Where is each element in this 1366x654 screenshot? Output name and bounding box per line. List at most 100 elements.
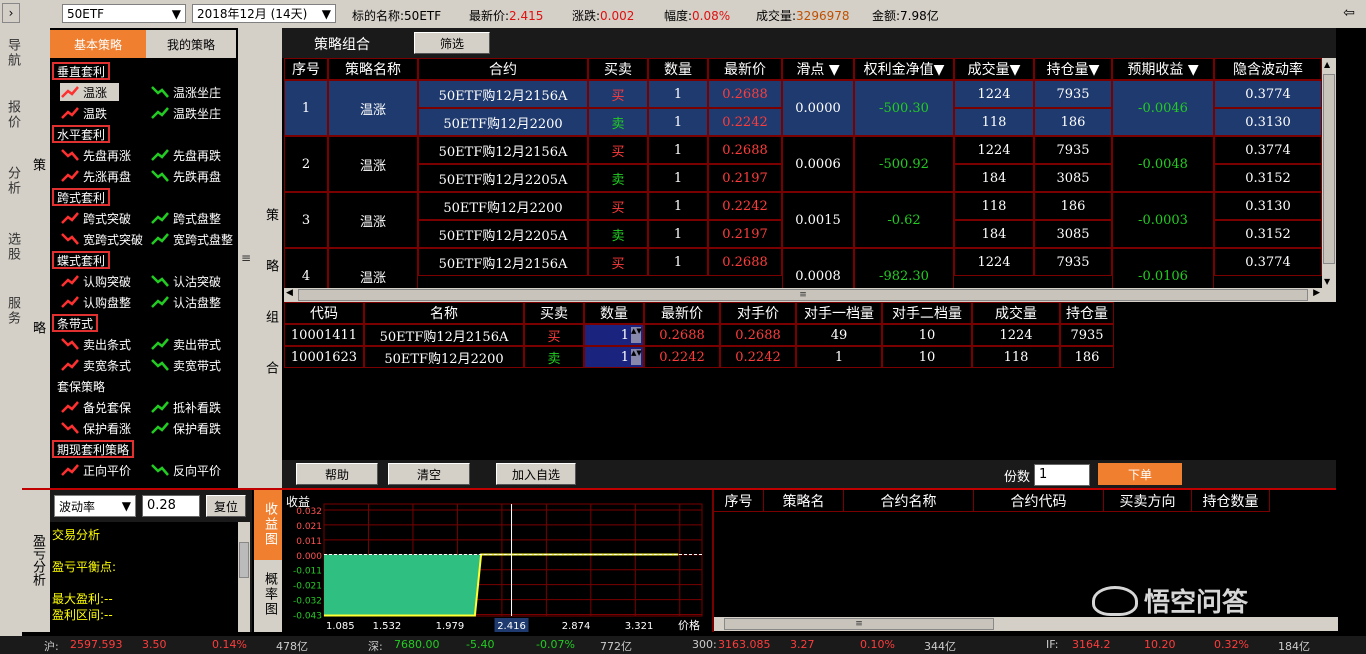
combo-cell-name: 温涨 [328, 136, 418, 192]
strategy-item[interactable]: 认沽突破 [150, 272, 221, 290]
strategy-item-label: 宽跨式盘整 [173, 232, 234, 247]
scroll-left-icon[interactable]: ◀ [286, 288, 293, 298]
positions-col-header[interactable]: 策略名 [764, 490, 844, 512]
scroll-down-icon[interactable]: ▼ [1324, 277, 1330, 286]
combo-row[interactable]: 3 温涨 0.0015 -0.62 -0.0003 50ETF购12月2200 买 1 0.22… [284, 192, 1322, 248]
nav-item-analysis[interactable]: 分析 [3, 166, 22, 196]
copies-input[interactable]: 1 [1034, 464, 1090, 486]
combo-cell-slip: 0.0000 [782, 80, 854, 136]
logo-icon [1092, 585, 1138, 616]
tab-my-strategy[interactable]: 我的策略 [146, 30, 236, 58]
combo-col-header[interactable]: 成交量▼ [954, 58, 1034, 80]
combo-col-header[interactable]: 策略名称 [328, 58, 418, 80]
combo-col-header[interactable]: 权利金净值▼ [854, 58, 954, 80]
tab-basic-strategy[interactable]: 基本策略 [50, 30, 146, 58]
strategy-item[interactable]: 抵补看跌 [150, 398, 221, 416]
scroll-thumb[interactable] [239, 542, 249, 578]
quantity-stepper[interactable]: 1 ▲▼ [584, 346, 644, 368]
nav-item-stock-pick[interactable]: 选股 [3, 232, 22, 262]
submit-order-button[interactable]: 下单 [1098, 463, 1182, 485]
combo-col-header[interactable]: 序号 [284, 58, 328, 80]
strategy-item[interactable]: 先跌再盘 [150, 167, 221, 185]
combo-cell-iv: 0.3774 [1214, 136, 1322, 164]
strategy-item[interactable]: 宽跨式盘整 [150, 230, 233, 248]
tab-strategy-combo[interactable]: 策略组合 [292, 32, 392, 56]
strategy-item-label: 正向平价 [83, 463, 132, 478]
strategy-item[interactable]: 保护看涨 [60, 419, 131, 437]
combo-row[interactable]: 1 温涨 0.0000 -500.30 -0.0046 50ETF购12月2156A 买 1 0… [284, 80, 1322, 136]
combo-row[interactable]: 2 温涨 0.0006 -500.92 -0.0048 50ETF购12月2156A 买 1 0… [284, 136, 1322, 192]
pnl-text-scrollbar[interactable] [238, 522, 250, 632]
stepper-arrows-icon[interactable]: ▲▼ [631, 349, 642, 365]
strategy-item[interactable]: 认沽盘整 [150, 293, 221, 311]
copies-label: 份数 [1004, 470, 1031, 485]
strategy-item[interactable]: 卖出条式 [60, 335, 131, 353]
strategy-item[interactable]: 宽跨式突破 [60, 230, 143, 248]
splitter[interactable]: ≡ [238, 28, 254, 488]
strategy-item[interactable]: 认购盘整 [60, 293, 131, 311]
combo-col-header[interactable]: 隐含波动率 [1214, 58, 1322, 80]
strategy-item[interactable]: 认购突破 [60, 272, 131, 290]
symbol-select[interactable]: 50ETF ▼ [62, 4, 186, 23]
collapse-toggle[interactable]: › [2, 3, 20, 23]
strategy-item[interactable]: 备兑套保 [60, 398, 131, 416]
strategy-item[interactable]: 先涨再盘 [60, 167, 131, 185]
strategy-item[interactable]: 跨式突破 [60, 209, 131, 227]
stepper-arrows-icon[interactable]: ▲▼ [631, 327, 642, 343]
scroll-up-icon[interactable]: ▲ [1324, 60, 1330, 69]
positions-col-header[interactable]: 合约名称 [844, 490, 974, 512]
strategy-item[interactable]: 正向平价 [60, 461, 131, 479]
nav-item-guide[interactable]: 导航 [3, 38, 22, 68]
strategy-item[interactable]: 跨式盘整 [150, 209, 221, 227]
nav-item-service[interactable]: 服务 [3, 296, 22, 326]
nav-item-quote[interactable]: 报价 [3, 100, 22, 130]
order-cell-l1: 49 [796, 324, 882, 346]
scroll-thumb[interactable]: ≡ [724, 618, 994, 630]
positions-col-header[interactable]: 持仓数量 [1192, 490, 1270, 512]
month-select[interactable]: 2018年12月 (14天) ▼ [192, 4, 336, 23]
strategy-item[interactable]: 反向平价 [150, 461, 221, 479]
strategy-item[interactable]: 卖出带式 [150, 335, 221, 353]
combo-col-header[interactable]: 最新价 [708, 58, 782, 80]
combo-table-vscroll[interactable]: ▲ ▼ [1322, 58, 1336, 288]
combo-cell-vol: 1224 [954, 248, 1034, 276]
add-to-favorites-button[interactable]: 加入自选 [496, 463, 576, 485]
combo-col-header[interactable]: 持仓量▼ [1034, 58, 1112, 80]
back-button[interactable]: ⇦ [1338, 3, 1360, 23]
positions-col-header[interactable]: 序号 [714, 490, 764, 512]
strategy-item[interactable]: 卖宽条式 [60, 356, 131, 374]
tab-payoff-chart[interactable]: 收益图 [254, 490, 282, 560]
strategy-item[interactable]: 温涨坐庄 [150, 83, 221, 101]
strategy-item[interactable]: 先盘再跌 [150, 146, 221, 164]
combo-col-header[interactable]: 预期收益 ▼ [1112, 58, 1214, 80]
scroll-right-icon[interactable]: ▶ [1313, 288, 1320, 298]
strategy-item[interactable]: 保护看跌 [150, 419, 221, 437]
positions-col-header[interactable]: 合约代码 [974, 490, 1104, 512]
filter-button[interactable]: 筛选 [414, 32, 490, 54]
scroll-thumb[interactable]: ≡ [298, 289, 1308, 301]
combo-col-header[interactable]: 买卖 [588, 58, 648, 80]
combo-cell-price: 0.2197 [708, 220, 782, 248]
quantity-stepper[interactable]: 1 ▲▼ [584, 324, 644, 346]
strategy-item[interactable]: 卖宽带式 [150, 356, 221, 374]
combo-col-header[interactable]: 滑点 ▼ [782, 58, 854, 80]
strategy-item[interactable]: 先盘再涨 [60, 146, 131, 164]
combo-cell-qty: 1 [648, 248, 708, 276]
tab-probability-chart[interactable]: 概率图 [254, 560, 282, 632]
positions-col-header[interactable]: 买卖方向 [1104, 490, 1192, 512]
volatility-input[interactable]: 0.28 [142, 495, 200, 517]
scroll-thumb[interactable] [1323, 74, 1335, 264]
help-button[interactable]: 帮助 [296, 463, 378, 485]
volatility-select[interactable]: 波动率 ▼ [54, 495, 136, 517]
combo-col-header[interactable]: 数量 [648, 58, 708, 80]
strategy-item[interactable]: 温涨 [60, 83, 120, 101]
combo-row[interactable]: 4 温涨 0.0008 -982.30 -0.0106 50ETF购12月2156A 买 1 0… [284, 248, 1322, 288]
combo-table-hscroll[interactable]: ◀ ≡ ▶ [284, 288, 1336, 302]
positions-hscroll[interactable]: ≡ [714, 617, 1338, 631]
combo-col-header[interactable]: 合约 [418, 58, 588, 80]
reset-button[interactable]: 复位 [206, 495, 246, 517]
strategy-item[interactable]: 温跌坐庄 [150, 104, 221, 122]
clear-button[interactable]: 清空 [388, 463, 470, 485]
strategy-item-label: 温涨坐庄 [173, 85, 222, 100]
strategy-item[interactable]: 温跌 [60, 104, 107, 122]
